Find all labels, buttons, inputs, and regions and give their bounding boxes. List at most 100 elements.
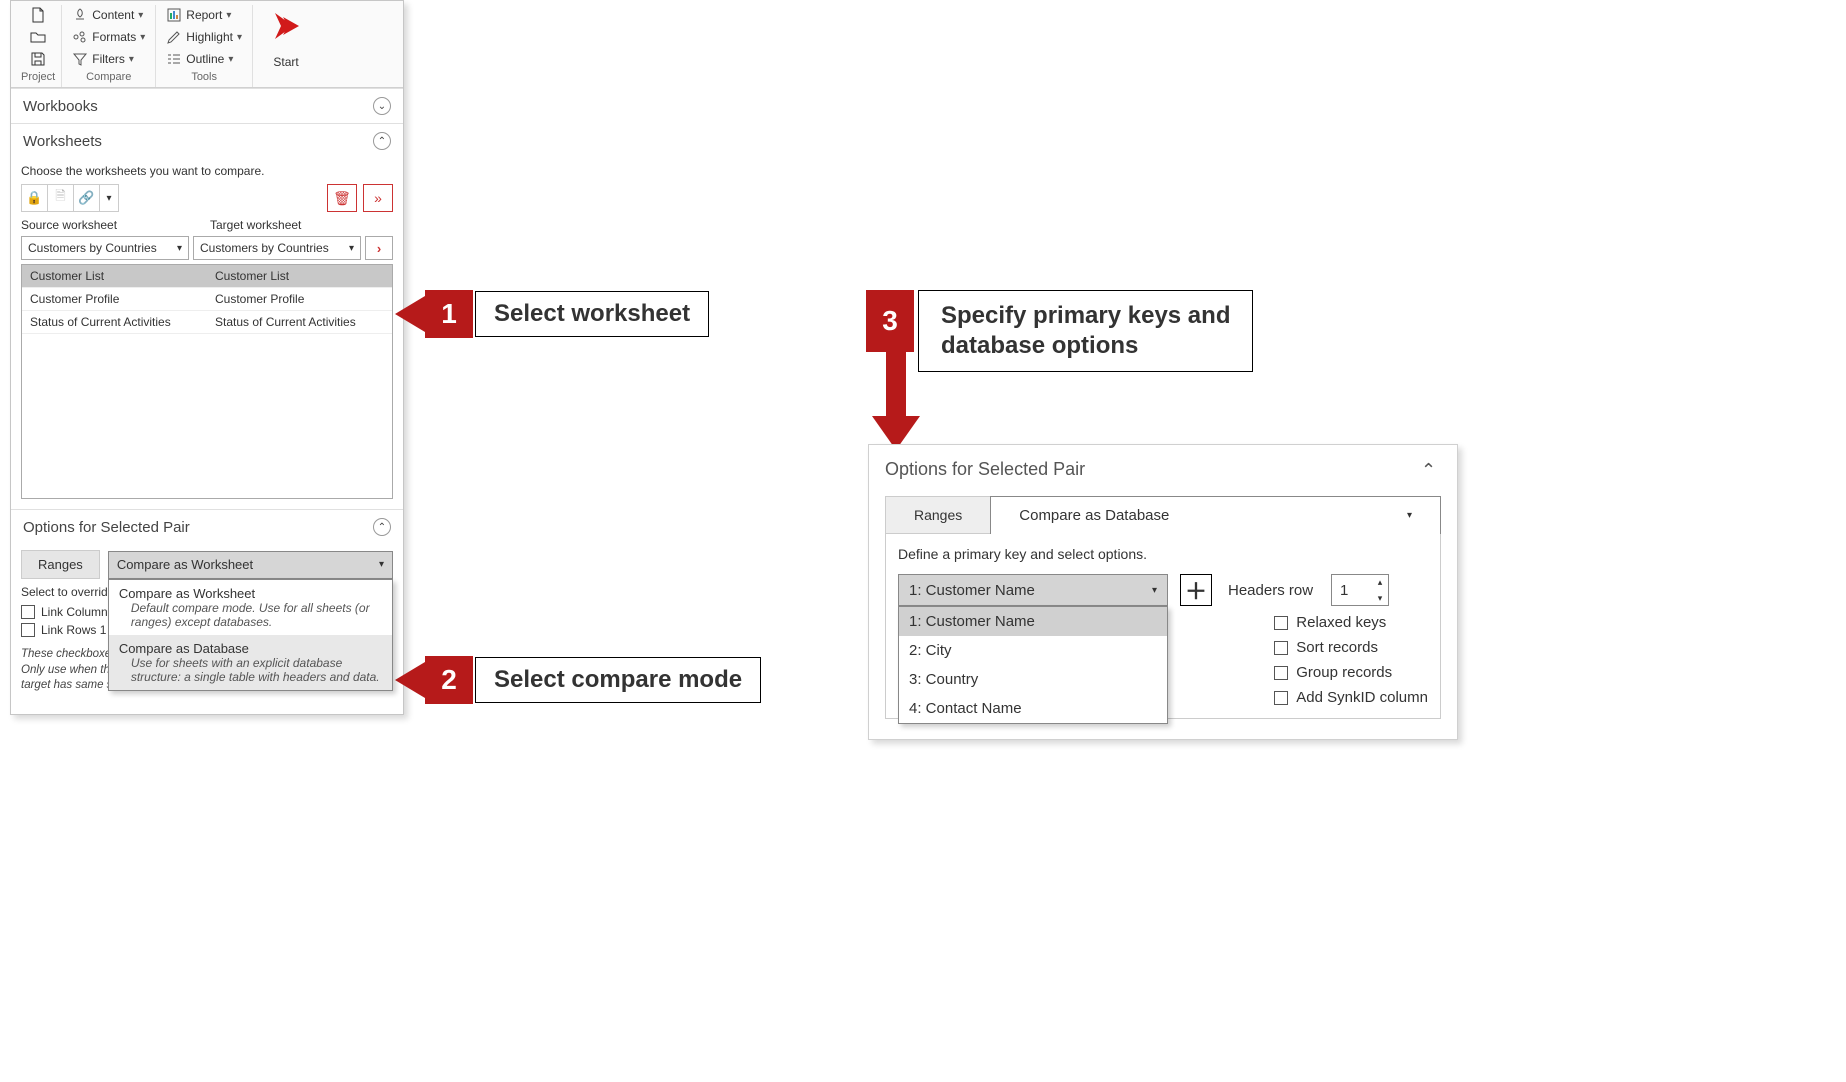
lock-button[interactable]: 🔒 [22,185,48,211]
lock-icon: 🔒 [26,190,42,206]
trash-icon: 🗑 [333,190,351,207]
save-project-button[interactable] [26,49,50,69]
double-chevron-right-icon: » [374,190,382,206]
options-pair-panel-right: Options for Selected Pair ⌃ Ranges Compa… [868,444,1458,740]
ribbon-group-label-project: Project [21,71,55,83]
workbooks-section: Workbooks ⌄ [11,88,403,123]
start-button[interactable]: Start [253,5,319,87]
caret-down-icon: ▾ [106,193,111,204]
ribbon-group-tools: Report▾ Highlight▾ Outline▾ Tools [156,5,253,87]
source-worksheet-label: Source worksheet [21,218,204,232]
caret-down-icon: ▾ [138,10,143,21]
content-menu-button[interactable]: Content▾ [68,5,149,25]
callout-number: 3 [866,290,914,352]
caret-down-icon: ▾ [226,10,231,21]
source-worksheet-combo[interactable]: Customers by Countries▾ [21,236,189,260]
new-project-button[interactable] [26,5,50,25]
group-records-checkbox[interactable] [1274,666,1288,680]
primary-key-option[interactable]: 4: Contact Name [899,694,1167,723]
primary-key-option[interactable]: 1: Customer Name [899,607,1167,636]
caret-down-icon: ▾ [1407,510,1412,521]
table-row[interactable]: Customer List Customer List [22,265,392,288]
open-folder-icon [30,29,46,45]
options-pair-title: Options for Selected Pair [23,519,190,536]
primary-key-option[interactable]: 3: Country [899,665,1167,694]
filters-menu-button[interactable]: Filters▾ [68,49,149,69]
report-menu-button[interactable]: Report▾ [162,5,246,25]
compare-mode-combo[interactable]: Compare as Worksheet ▾ [108,551,393,579]
workbooks-title: Workbooks [23,98,98,115]
relaxed-keys-row: Relaxed keys [1274,614,1428,631]
add-key-button[interactable]: ＋ [1180,574,1212,606]
options-pair-collapse-button-right[interactable]: ⌃ [1421,460,1441,480]
highlight-menu-button[interactable]: Highlight▾ [162,27,246,47]
sheet-icon: 🗎 [55,187,65,209]
compare-mode-option-worksheet[interactable]: Compare as Worksheet Default compare mod… [109,580,392,635]
link-button[interactable]: 🔗 [74,185,100,211]
worksheets-help-text: Choose the worksheets you want to compar… [21,164,393,178]
link-columns-checkbox[interactable] [21,605,35,619]
target-worksheet-label: Target worksheet [210,218,393,232]
callout-number: 1 [425,290,473,338]
tool-dropdown-button[interactable]: ▾ [100,185,118,211]
target-worksheet-combo[interactable]: Customers by Countries▾ [193,236,361,260]
add-pair-button[interactable]: › [365,236,393,260]
delete-pair-button[interactable]: 🗑 [327,184,357,212]
caret-down-icon: ▾ [177,243,182,254]
caret-down-icon: ▾ [129,54,134,65]
caret-down-icon: ▾ [228,54,233,65]
open-project-button[interactable] [26,27,50,47]
link-rows-checkbox[interactable] [21,623,35,637]
worksheets-section: Worksheets ⌃ Choose the worksheets you w… [11,123,403,509]
ribbon-group-label-tools: Tools [191,71,217,83]
primary-key-dropdown: 1: Customer Name 2: City 3: Country 4: C… [898,606,1168,724]
caret-down-icon: ▾ [349,243,354,254]
highlight-icon [166,29,182,45]
define-key-label: Define a primary key and select options. [898,546,1428,562]
primary-key-option[interactable]: 2: City [899,636,1167,665]
workbooks-expand-button[interactable]: ⌄ [373,97,391,115]
sort-records-checkbox[interactable] [1274,641,1288,655]
worksheets-collapse-button[interactable]: ⌃ [373,132,391,150]
filter-icon [72,51,88,67]
callout-label: Select compare mode [475,657,761,703]
compare-mode-combo-right[interactable]: Compare as Database ▾ [990,496,1441,534]
ranges-tab[interactable]: Ranges [21,550,100,579]
worksheets-title: Worksheets [23,133,102,150]
formats-menu-button[interactable]: Formats▾ [68,27,149,47]
headers-row-spinner[interactable]: 1 ▴ ▾ [1331,574,1389,606]
start-icon [269,9,303,51]
report-icon [166,7,182,23]
caret-down-icon: ▾ [379,559,384,570]
callout-label: Select worksheet [475,291,709,337]
sort-records-row: Sort records [1274,639,1428,656]
relaxed-keys-checkbox[interactable] [1274,616,1288,630]
spin-down-button[interactable]: ▾ [1372,590,1388,606]
outline-menu-button[interactable]: Outline▾ [162,49,246,69]
sheet-button[interactable]: 🗎 [48,185,74,211]
outline-icon [166,51,182,67]
formats-icon [72,29,88,45]
plus-icon: ＋ [1185,574,1207,606]
callout-1: 1 Select worksheet [395,290,709,338]
compare-mode-option-database[interactable]: Compare as Database Use for sheets with … [109,635,392,690]
chevron-right-icon: › [377,241,381,256]
worksheets-toolbar: 🔒 🗎 🔗 ▾ 🗑 » [21,184,393,212]
arrow-left-icon [395,662,425,698]
arrow-down-icon [872,352,922,452]
table-row[interactable]: Status of Current Activities Status of C… [22,311,392,334]
caret-down-icon: ▾ [237,32,242,43]
callout-3: 3 Specify primary keys and database opti… [866,290,1253,372]
callout-number: 2 [425,656,473,704]
new-file-icon [30,7,46,23]
add-synkid-row: Add SynkID column [1274,689,1428,706]
callout-2: 2 Select compare mode [395,656,761,704]
collapse-all-button[interactable]: » [363,184,393,212]
ranges-tab-right[interactable]: Ranges [885,496,990,534]
primary-key-combo[interactable]: 1: Customer Name ▾ [898,574,1168,606]
add-synkid-checkbox[interactable] [1274,691,1288,705]
options-pair-collapse-button[interactable]: ⌃ [373,518,391,536]
options-pair-section-left: Options for Selected Pair ⌃ Ranges Compa… [11,509,403,714]
spin-up-button[interactable]: ▴ [1372,574,1388,590]
table-row[interactable]: Customer Profile Customer Profile [22,288,392,311]
